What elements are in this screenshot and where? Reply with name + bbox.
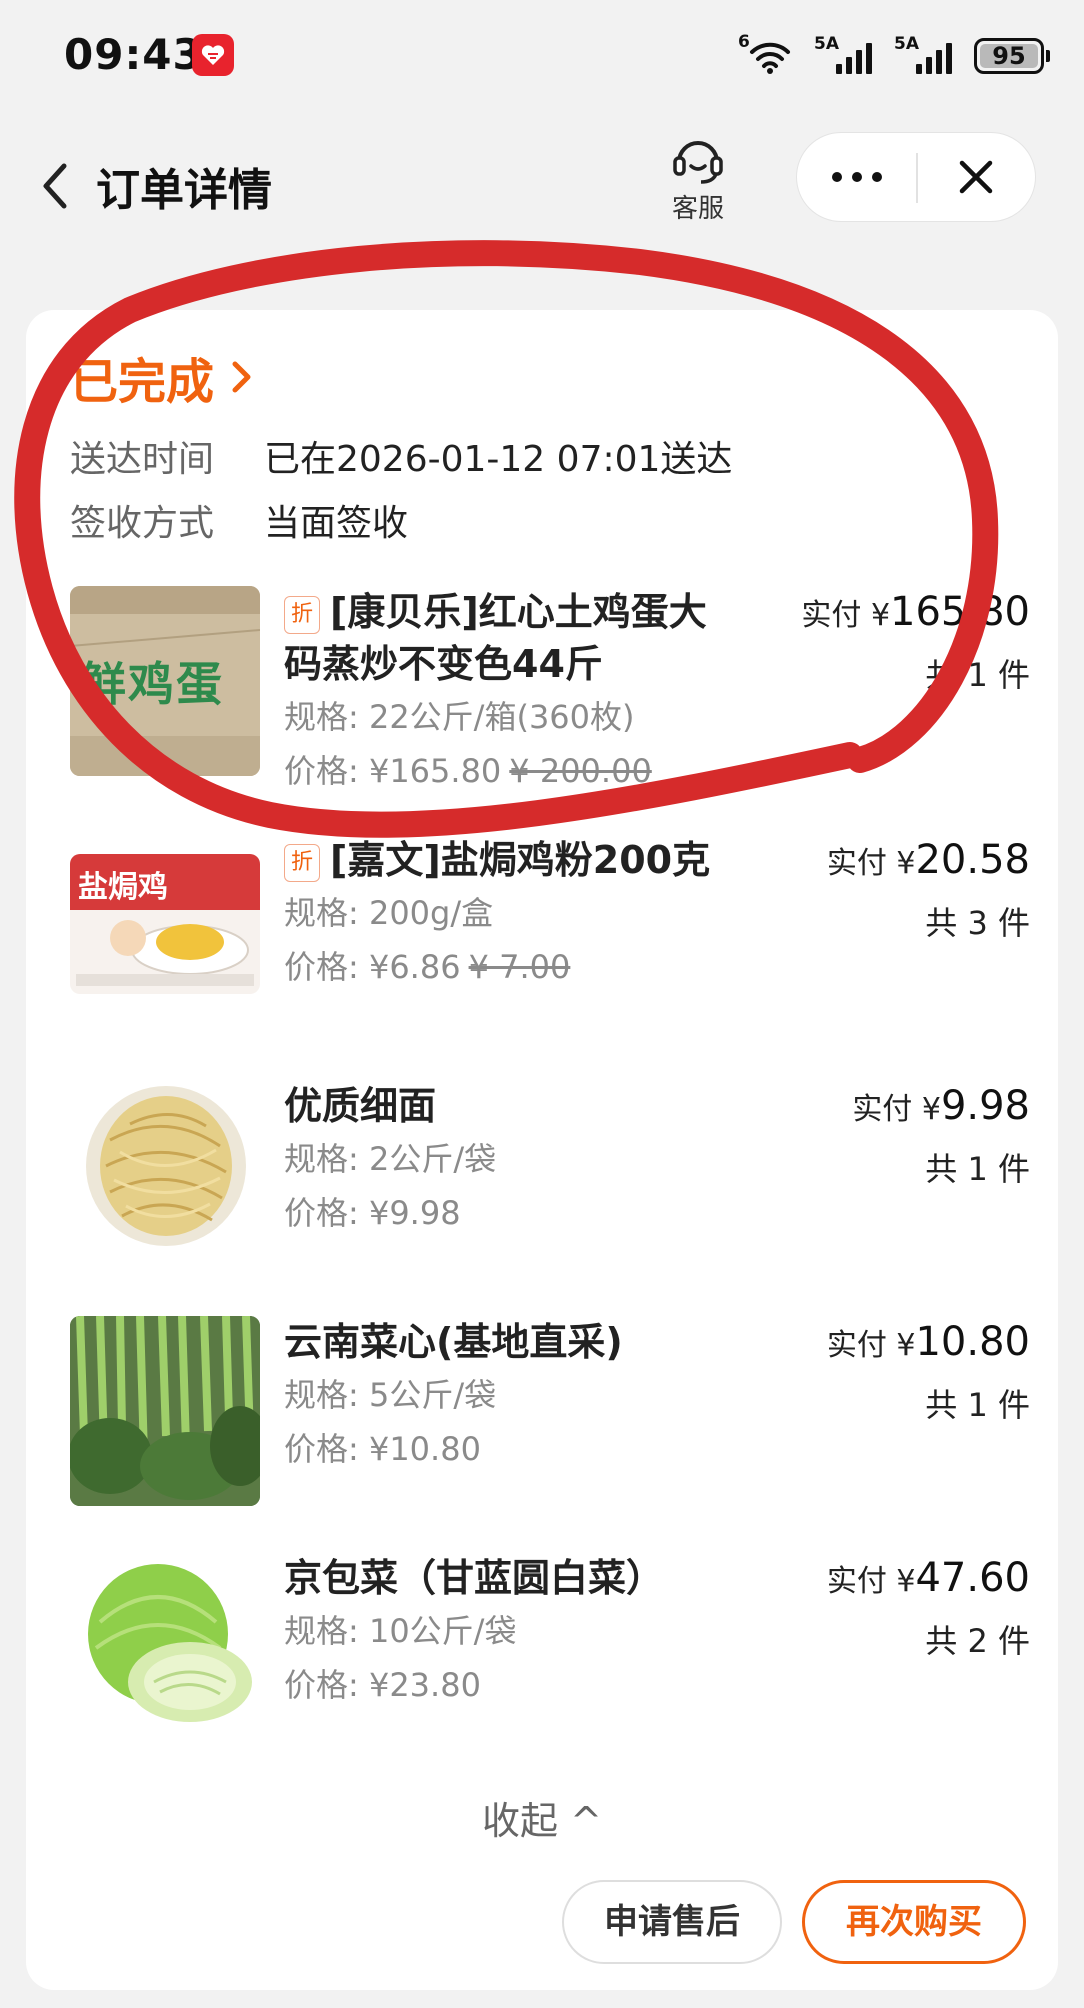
discount-tag: 折 — [284, 596, 321, 634]
item-info: 折 [嘉文]盐焗鸡粉200克 规格: 200g/盒 价格: ¥6.86 ¥ 7.00 — [284, 834, 744, 994]
item-spec: 规格: 5公斤/袋 — [284, 1376, 497, 1414]
item-spec: 规格: 22公斤/箱(360枚) — [284, 698, 635, 736]
item-info: 云南菜心(基地直采) 规格: 5公斤/袋 价格: ¥10.80 — [284, 1316, 744, 1476]
item-price: 价格: ¥23.80 — [284, 1666, 481, 1704]
paid-amount: 实付 ¥9.98 — [852, 1083, 1030, 1129]
sign-method-row: 签收方式 当面签收 — [70, 494, 408, 546]
item-price: 价格: ¥6.86 ¥ 7.00 — [284, 948, 571, 986]
sign-method-label: 签收方式 — [70, 503, 215, 544]
item-spec: 规格: 10公斤/袋 — [284, 1612, 517, 1650]
product-image-chicken-powder: 盐焗鸡 — [70, 854, 260, 994]
order-status: 已完成 — [70, 354, 215, 410]
item-quantity: 共 1 件 — [925, 656, 1030, 694]
close-icon — [959, 160, 993, 194]
battery-icon: 95 — [974, 38, 1050, 74]
item-info: 折 [康贝乐]红心土鸡蛋大码蒸炒不变色44斤 规格: 22公斤/箱(360枚) 价… — [284, 586, 744, 798]
product-image-text: 鲜鸡蛋 — [80, 657, 224, 711]
item-info: 京包菜（甘蓝圆白菜） 规格: 10公斤/袋 价格: ¥23.80 — [284, 1552, 744, 1712]
status-bar: 09:43 6 5A 5A 95 — [0, 0, 1084, 110]
item-price: 价格: ¥9.98 — [284, 1194, 461, 1232]
item-summary: 实付 ¥10.80 共 1 件 — [827, 1316, 1030, 1434]
item-price: 价格: ¥165.80 ¥ 200.00 — [284, 752, 652, 790]
paid-amount: 实付 ¥47.60 — [826, 1555, 1030, 1601]
apply-after-sale-button[interactable]: 申请售后 — [562, 1880, 782, 1964]
more-dot-icon — [832, 172, 842, 182]
item-summary: 实付 ¥165.80 共 1 件 — [801, 586, 1030, 704]
item-quantity: 共 3 件 — [925, 904, 1030, 942]
product-image-text: 盐焗鸡 — [78, 870, 168, 905]
chevron-left-icon — [43, 163, 67, 209]
delivery-time-row: 送达时间 已在2026-01-12 07:01送达 — [70, 430, 732, 482]
paid-amount: 实付 ¥20.58 — [826, 837, 1030, 883]
page-title: 订单详情 — [96, 165, 272, 216]
item-name: 折 [嘉文]盐焗鸡粉200克 — [284, 834, 744, 886]
item-spec: 规格: 2公斤/袋 — [284, 1140, 497, 1178]
mini-program-capsule — [796, 132, 1036, 222]
chevron-right-icon — [232, 361, 251, 393]
app-notification-icon — [192, 34, 234, 76]
more-button[interactable] — [797, 133, 917, 221]
order-item[interactable]: 鲜鸡蛋 折 [康贝乐]红心土鸡蛋大码蒸炒不变色44斤 规格: 22公斤/箱(360… — [70, 586, 1030, 796]
item-summary: 实付 ¥47.60 共 2 件 — [827, 1552, 1030, 1670]
discount-tag: 折 — [284, 844, 321, 882]
order-status-link[interactable]: 已完成 — [70, 342, 254, 412]
customer-service-label: 客服 — [671, 194, 724, 224]
item-quantity: 共 2 件 — [925, 1622, 1030, 1660]
order-item[interactable]: 盐焗鸡 折 [嘉文]盐焗鸡粉200克 规格: 200g/盒 价格: ¥6.86 ¥ … — [70, 834, 1030, 1044]
item-summary: 实付 ¥9.98 共 1 件 — [852, 1080, 1030, 1198]
cellular-signal-1-icon: 5A — [814, 34, 876, 78]
item-spec: 规格: 200g/盒 — [284, 894, 494, 932]
order-item[interactable]: 优质细面 规格: 2公斤/袋 价格: ¥9.98 实付 ¥9.98 共 1 件 — [70, 1080, 1030, 1290]
original-price: ¥ 7.00 — [468, 948, 571, 986]
sign-method-value: 当面签收 — [264, 503, 409, 544]
collapse-button[interactable]: 收起 ^ — [26, 1790, 1058, 1845]
back-button[interactable] — [36, 156, 76, 216]
item-price: 价格: ¥10.80 — [284, 1430, 481, 1468]
customer-service-button[interactable]: 客服 — [664, 136, 732, 225]
status-icons: 6 5A 5A 95 — [738, 32, 1050, 78]
item-summary: 实付 ¥20.58 共 3 件 — [827, 834, 1030, 952]
product-image-cabbage — [70, 1552, 260, 1742]
close-button[interactable] — [917, 133, 1035, 221]
item-quantity: 共 1 件 — [925, 1150, 1030, 1188]
cellular-signal-2-icon: 5A — [894, 34, 956, 78]
original-price: ¥ 200.00 — [509, 752, 652, 790]
clock: 09:43 — [64, 30, 203, 79]
paid-amount: 实付 ¥10.80 — [826, 1319, 1030, 1365]
delivery-time-value: 已在2026-01-12 07:01送达 — [264, 439, 733, 480]
delivery-time-label: 送达时间 — [70, 439, 215, 480]
product-image-noodles — [70, 1080, 260, 1270]
wifi-icon: 6 — [738, 32, 796, 78]
order-item[interactable]: 京包菜（甘蓝圆白菜） 规格: 10公斤/袋 价格: ¥23.80 实付 ¥47.… — [70, 1552, 1030, 1762]
product-image-eggs: 鲜鸡蛋 — [70, 586, 260, 776]
buy-again-button[interactable]: 再次购买 — [802, 1880, 1026, 1964]
headset-icon — [673, 141, 723, 184]
item-name: 云南菜心(基地直采) — [284, 1320, 623, 1364]
item-name: 折 [康贝乐]红心土鸡蛋大码蒸炒不变色44斤 — [284, 590, 707, 686]
nav-bar: 订单详情 客服 — [0, 110, 1084, 250]
paid-amount: 实付 ¥165.80 — [801, 589, 1030, 635]
item-name: 优质细面 — [284, 1084, 437, 1128]
item-info: 优质细面 规格: 2公斤/袋 价格: ¥9.98 — [284, 1080, 744, 1240]
more-dot-icon — [852, 172, 862, 182]
order-card: 已完成 送达时间 已在2026-01-12 07:01送达 签收方式 当面签收 鲜鸡… — [26, 310, 1058, 1990]
product-image-choy-sum — [70, 1316, 260, 1506]
more-dot-icon — [872, 172, 882, 182]
item-name: 京包菜（甘蓝圆白菜） — [284, 1556, 665, 1600]
item-quantity: 共 1 件 — [925, 1386, 1030, 1424]
order-item[interactable]: 云南菜心(基地直采) 规格: 5公斤/袋 价格: ¥10.80 实付 ¥10.8… — [70, 1316, 1030, 1526]
